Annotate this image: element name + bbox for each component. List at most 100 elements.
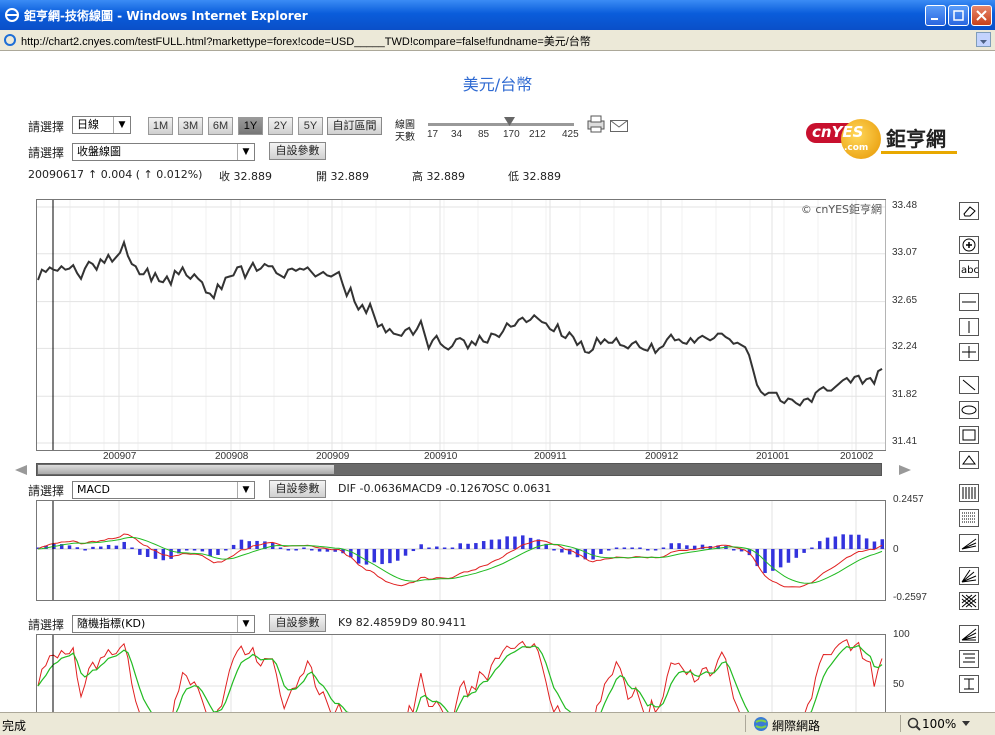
speed-lines-tool[interactable] [959, 625, 979, 643]
ma-days-170: 170 [503, 129, 520, 140]
kd-d9: D9 80.9411 [402, 616, 467, 629]
macd-osc-bar [122, 541, 126, 549]
macd-osc-bar [732, 549, 736, 551]
print-icon[interactable] [586, 115, 606, 133]
quote-change: ↑ 0.004 ( ↑ 0.012%) [88, 168, 203, 181]
crosshair-tool[interactable] [959, 343, 979, 361]
scroll-right-icon[interactable] [898, 464, 912, 476]
vertical-grid-tool[interactable] [959, 484, 979, 502]
macd-osc-bar [231, 544, 236, 549]
chart-type-select[interactable]: 收盤線圖 ▼ [72, 143, 255, 161]
macd-osc-bar [646, 549, 650, 551]
macd-osc-bar [638, 547, 642, 549]
macd-osc-bar [521, 535, 525, 549]
vertical-line-icon [968, 321, 970, 333]
period-button-3m[interactable]: 3M [178, 117, 203, 135]
macd-osc-bar [114, 545, 119, 549]
svg-text:abc: abc [961, 265, 978, 276]
macd-osc-bar [560, 549, 564, 553]
vertical-line-tool[interactable] [959, 318, 979, 336]
kd-select[interactable]: 隨機指標(KD) ▼ [72, 615, 255, 633]
zoom-dropdown-icon[interactable] [962, 721, 970, 727]
logo-com: .com [844, 143, 869, 153]
fan-lines-tool[interactable] [959, 534, 979, 552]
symbol-title: 美元/台幣 [462, 75, 533, 94]
text-box-icon [964, 678, 974, 690]
email-icon[interactable] [610, 120, 628, 132]
period-button-6m[interactable]: 6M [208, 117, 233, 135]
macd-osc-bar [872, 541, 877, 549]
period-button-2y[interactable]: 2Y [268, 117, 293, 135]
macd-osc-bar [294, 549, 298, 551]
macd-osc-bar [395, 549, 400, 561]
triangle-tool[interactable] [959, 451, 979, 469]
chevron-down-icon: ▼ [113, 117, 130, 133]
macd-osc-bar [474, 543, 478, 549]
address-bar[interactable]: http://chart2.cnyes.com/testFULL.html?ma… [0, 30, 995, 51]
kd-custom-params-button[interactable]: 自設參數 [269, 614, 326, 632]
price-chart[interactable]: © cnYES鉅亨網 [36, 199, 886, 451]
chevron-down-icon: ▼ [237, 144, 254, 160]
period-button-1y[interactable]: 1Y [238, 117, 263, 135]
price-x-tick-3: 200910 [424, 451, 458, 462]
custom-range-button[interactable]: 自訂區間 [327, 117, 382, 135]
ma-days-slider-track[interactable] [428, 123, 574, 126]
cnyes-logo[interactable]: cnYES .com 鉅亨網 [806, 119, 958, 161]
macd-osc-bar [145, 549, 150, 558]
period-button-1m[interactable]: 1M [148, 117, 173, 135]
macd-osc-bar [286, 549, 291, 551]
ma-days-17: 17 [427, 129, 439, 140]
quote-high: 高 32.889 [412, 170, 465, 183]
ma-days-slider-handle[interactable] [504, 117, 515, 127]
gann-fan-tool[interactable] [959, 567, 979, 585]
custom-params-button[interactable]: 自設參數 [269, 142, 326, 160]
period-button-5y[interactable]: 5Y [298, 117, 323, 135]
text-tool[interactable]: abc [959, 260, 979, 278]
macd-osc-bar [786, 549, 791, 563]
price-x-tick-7: 201002 [840, 451, 874, 462]
macd-osc-bar [591, 549, 595, 560]
price-y-tick-4: 31.82 [892, 389, 918, 401]
interval-select[interactable]: 日線 ▼ [72, 116, 131, 134]
price-x-tick-5: 200912 [645, 451, 679, 462]
quote-close: 收 32.889 [219, 170, 272, 183]
scroll-left-icon[interactable] [14, 464, 28, 476]
trend-line-tool[interactable] [959, 376, 979, 394]
vertical-bars-icon [962, 487, 976, 499]
address-url[interactable]: http://chart2.cnyes.com/testFULL.html?ma… [21, 33, 591, 49]
macd-select-label: 請選擇 [28, 484, 65, 498]
status-zoom[interactable]: 100% [922, 717, 956, 731]
text-box-tool[interactable] [959, 675, 979, 693]
macd-osc-bar [513, 536, 517, 549]
kd-y-50: 50 [893, 679, 905, 690]
macd-custom-params-button[interactable]: 自設參數 [269, 480, 326, 498]
zoom-in-tool[interactable] [959, 236, 979, 254]
text-abc-icon: abc [961, 265, 979, 276]
horizontal-grid-tool[interactable] [959, 509, 979, 527]
horizontal-line-tool[interactable] [959, 293, 979, 311]
macd-chart[interactable] [36, 500, 886, 601]
gann-grid-tool[interactable] [959, 592, 979, 610]
close-window-button[interactable] [971, 5, 992, 26]
maximize-button[interactable] [948, 5, 969, 26]
minimize-button[interactable] [925, 5, 946, 26]
fibonacci-tool[interactable] [959, 650, 979, 668]
timeline-scroll-thumb[interactable] [38, 465, 334, 474]
ellipse-tool[interactable] [959, 401, 979, 419]
macd-dif: DIF -0.0636 [338, 482, 402, 495]
macd-osc-bar [91, 546, 95, 549]
speed-lines-icon [961, 628, 977, 641]
eraser-tool[interactable] [959, 202, 979, 220]
address-dropdown-button[interactable] [976, 32, 991, 47]
ie-page-icon [4, 34, 16, 46]
macd-select[interactable]: MACD ▼ [72, 481, 255, 499]
macd-osc-bar [481, 541, 486, 549]
horizontal-line-icon [962, 301, 976, 303]
macd-osc-bar [380, 549, 384, 565]
macd-osc-bar [692, 545, 697, 549]
chart-type-value: 收盤線圖 [77, 145, 121, 158]
macd-osc-bar [685, 545, 689, 549]
kd-chart[interactable] [36, 634, 886, 712]
triangle-icon [962, 455, 976, 465]
rectangle-tool[interactable] [959, 426, 979, 444]
